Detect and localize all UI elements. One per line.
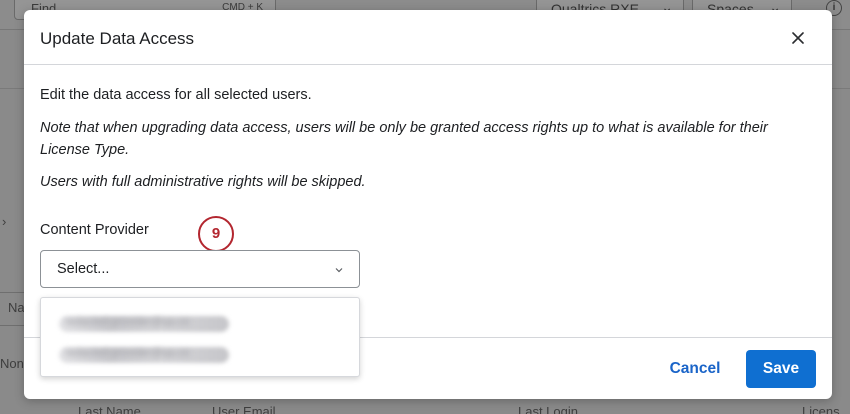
save-button[interactable]: Save: [746, 350, 816, 388]
select-value: Select...: [57, 261, 110, 277]
update-data-access-dialog: Update Data Access Edit the data access …: [24, 10, 832, 399]
close-icon: [792, 32, 804, 44]
close-button[interactable]: [788, 28, 808, 48]
background-col-last-name: Last Name: [78, 404, 141, 414]
dialog-header: Update Data Access: [24, 10, 832, 65]
intro-text: Edit the data access for all selected us…: [40, 87, 312, 103]
content-provider-label: Content Provider: [40, 222, 149, 238]
content-provider-dropdown-menu: redacted-provider@qa.co redacted-provide…: [40, 297, 360, 377]
upgrade-note-text: Note that when upgrading data access, us…: [40, 120, 768, 158]
background-na-label: Na: [8, 300, 25, 315]
background-non-label: Non: [0, 356, 24, 371]
dropdown-option-label: redacted-provider@qa.co: [65, 316, 190, 328]
background-col-license: Licens: [802, 404, 840, 414]
dialog-title: Update Data Access: [40, 29, 195, 48]
dropdown-option[interactable]: redacted-provider@qa.co: [59, 344, 229, 366]
step-number-badge: 9: [198, 216, 234, 252]
background-col-user-email: User Email: [212, 404, 276, 414]
dropdown-option-label: redacted-provider@qa.co: [65, 347, 190, 359]
chevron-down-icon: [335, 268, 343, 273]
skip-note-text: Users with full administrative rights wi…: [40, 174, 366, 190]
dropdown-option[interactable]: redacted-provider@qa.co: [59, 313, 229, 335]
cancel-button[interactable]: Cancel: [660, 351, 730, 387]
background-side-chevron: ›: [2, 214, 7, 229]
content-provider-select[interactable]: Select...: [40, 250, 360, 288]
background-col-last-login: Last Login: [518, 404, 578, 414]
